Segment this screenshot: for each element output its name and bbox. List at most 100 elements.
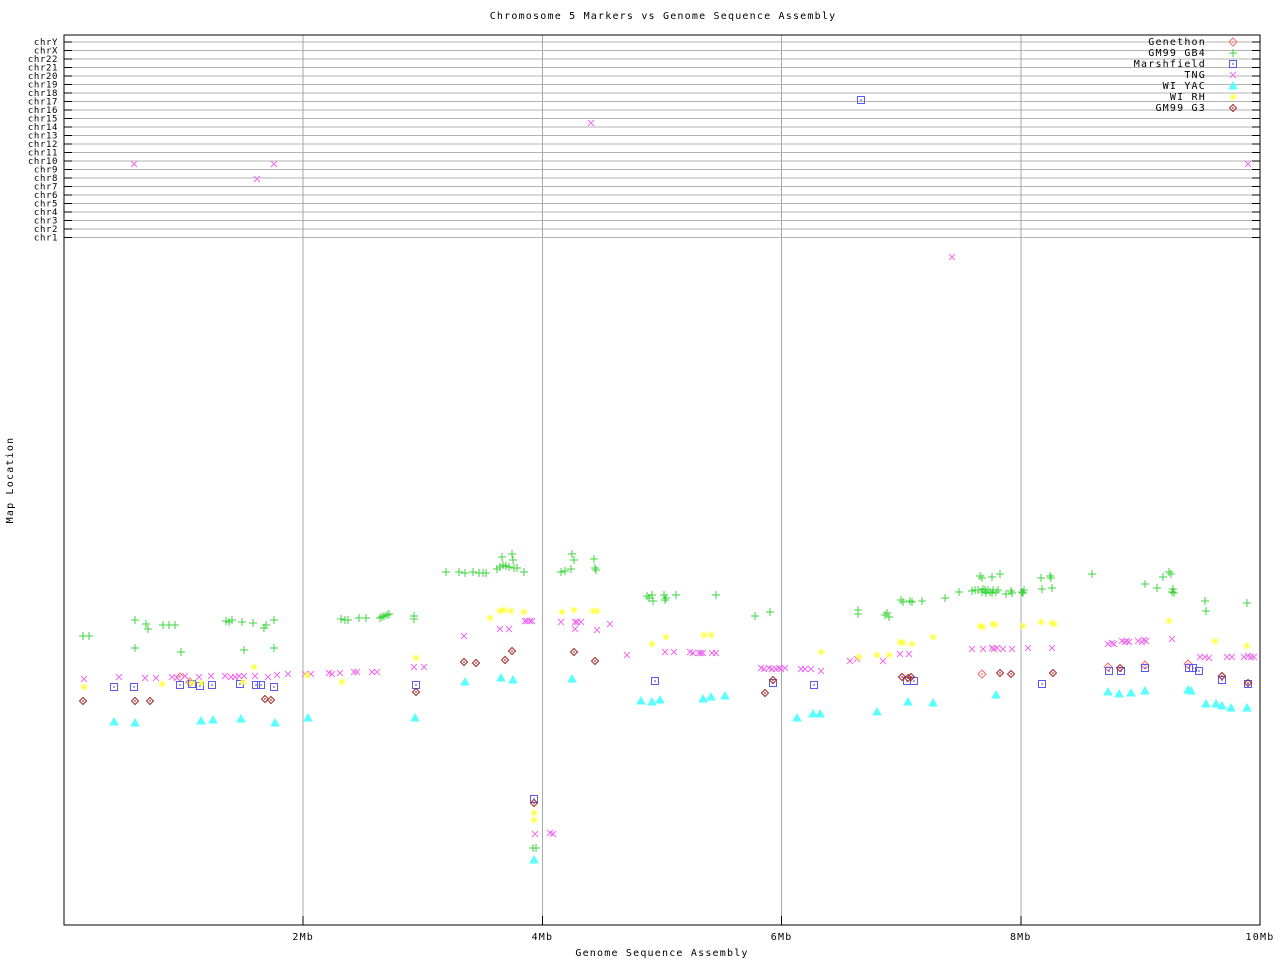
data-point bbox=[460, 676, 470, 686]
data-point bbox=[152, 674, 160, 682]
data-point bbox=[410, 712, 420, 722]
data-point bbox=[141, 674, 149, 682]
data-point bbox=[1242, 702, 1252, 712]
data-point bbox=[955, 588, 963, 596]
x-tick-label-8mb: 8Mb bbox=[1010, 932, 1032, 943]
data-point-dot bbox=[913, 680, 915, 682]
data-point bbox=[1226, 702, 1236, 712]
data-point bbox=[338, 678, 346, 686]
data-point bbox=[929, 633, 937, 641]
data-point bbox=[530, 809, 538, 817]
data-point bbox=[469, 568, 477, 576]
data-point bbox=[1050, 620, 1058, 628]
data-point bbox=[1153, 584, 1161, 592]
data-point-dot bbox=[813, 684, 815, 686]
data-point bbox=[558, 608, 566, 616]
data-point bbox=[496, 625, 504, 633]
data-point-dot bbox=[764, 692, 766, 694]
data-point bbox=[1037, 574, 1045, 582]
data-point bbox=[336, 669, 344, 677]
data-point bbox=[897, 596, 905, 604]
y-axis-label: Map Location bbox=[5, 437, 16, 524]
data-point-dot bbox=[415, 684, 417, 686]
data-point bbox=[883, 609, 891, 617]
data-point-dot bbox=[133, 686, 135, 688]
data-point bbox=[712, 591, 720, 599]
data-point bbox=[976, 572, 984, 580]
legend-entry-marshfield: Marshfield bbox=[1134, 59, 1237, 70]
data-point bbox=[1159, 573, 1167, 581]
data-point bbox=[606, 620, 614, 628]
data-point bbox=[355, 614, 363, 622]
data-point bbox=[253, 175, 261, 183]
data-point bbox=[587, 119, 595, 127]
data-point bbox=[568, 550, 576, 558]
data-point bbox=[571, 625, 579, 633]
data-point-dot bbox=[1247, 682, 1249, 684]
data-point bbox=[196, 715, 206, 725]
data-point-dot bbox=[910, 676, 912, 678]
data-point-dot bbox=[1232, 41, 1234, 43]
data-point bbox=[991, 689, 1001, 699]
data-point bbox=[577, 618, 585, 626]
data-point bbox=[879, 657, 887, 665]
series-wi-yac bbox=[109, 672, 1252, 864]
data-point bbox=[1168, 635, 1176, 643]
data-point bbox=[1205, 654, 1213, 662]
data-point bbox=[1243, 599, 1251, 607]
data-point bbox=[948, 253, 956, 261]
data-point-dot bbox=[149, 700, 151, 702]
data-point bbox=[1048, 644, 1056, 652]
legend-label: Genethon bbox=[1148, 37, 1206, 48]
data-point bbox=[1103, 686, 1113, 696]
data-point bbox=[115, 673, 123, 681]
data-point bbox=[1038, 585, 1046, 593]
data-point-dot bbox=[270, 699, 272, 701]
data-point bbox=[144, 625, 152, 633]
data-point bbox=[885, 613, 893, 621]
data-point bbox=[1104, 640, 1112, 648]
data-point-dot bbox=[260, 684, 262, 686]
data-point-dot bbox=[654, 680, 656, 682]
data-point-dot bbox=[463, 661, 465, 663]
legend-label: GM99 GB4 bbox=[1148, 48, 1206, 59]
data-point-dot bbox=[511, 650, 513, 652]
data-point bbox=[410, 663, 418, 671]
data-point bbox=[707, 631, 715, 639]
data-point bbox=[1008, 645, 1016, 653]
data-point bbox=[1125, 638, 1133, 646]
data-point bbox=[373, 668, 381, 676]
data-point bbox=[109, 716, 119, 726]
data-point bbox=[507, 607, 515, 615]
legend-label: TNG bbox=[1184, 70, 1206, 81]
data-point bbox=[273, 671, 281, 679]
data-point bbox=[643, 592, 651, 600]
data-point bbox=[1088, 570, 1096, 578]
data-point bbox=[378, 613, 386, 621]
data-point bbox=[240, 646, 248, 654]
data-point bbox=[442, 568, 450, 576]
data-point bbox=[270, 616, 278, 624]
series-gm99-g3 bbox=[78, 646, 1253, 808]
data-point-dot bbox=[533, 802, 535, 804]
data-point bbox=[766, 608, 774, 616]
data-point bbox=[670, 648, 678, 656]
data-point-dot bbox=[264, 698, 266, 700]
data-point bbox=[881, 611, 889, 619]
data-point bbox=[508, 550, 516, 558]
data-point bbox=[500, 606, 508, 614]
x-axis-label: Genome Sequence Assembly bbox=[575, 948, 748, 959]
x-tick-label-4mb: 4Mb bbox=[532, 932, 554, 943]
data-point bbox=[249, 619, 257, 627]
data-point-dot bbox=[772, 679, 774, 681]
data-point bbox=[1170, 589, 1178, 597]
data-point-dot bbox=[999, 672, 1001, 674]
data-point bbox=[991, 621, 999, 629]
data-point-dot bbox=[255, 684, 257, 686]
data-point bbox=[337, 615, 345, 623]
data-point-dot bbox=[504, 659, 506, 661]
data-point bbox=[461, 569, 469, 577]
legend-entry-wi-yac: WI YAC bbox=[1163, 80, 1238, 92]
data-point bbox=[142, 620, 150, 628]
data-point bbox=[846, 657, 854, 665]
